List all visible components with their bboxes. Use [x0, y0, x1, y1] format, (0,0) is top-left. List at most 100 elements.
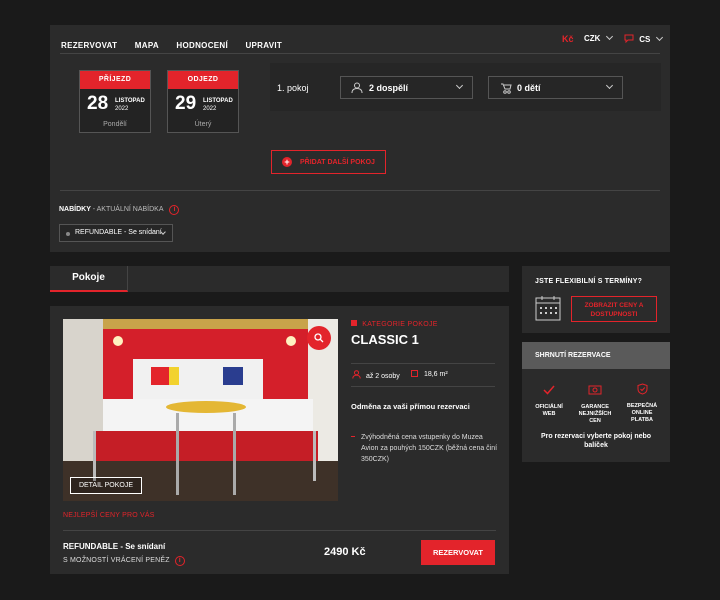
plus-icon: + [282, 157, 292, 167]
offers-sublabel: - AKTUÁLNÍ NABÍDKA [92, 206, 164, 213]
room-photo-image [63, 319, 338, 501]
children-value: 0 dětí [517, 83, 541, 93]
currency-value: CZK [584, 34, 601, 43]
arrival-year: 2022 [115, 106, 129, 112]
reserve-button[interactable]: REZERVOVAT [421, 540, 495, 565]
nav-item-edit[interactable]: UPRAVIT [245, 41, 282, 50]
tag-icon [351, 320, 357, 326]
offers-label: NABÍDKY [59, 206, 91, 213]
feature-secure-payment: BEZPEČNÁ ONLINE PLATBA [621, 382, 663, 424]
feature-label: GARANCE NEJNIŽŠÍCH CEN [578, 404, 612, 424]
reservation-summary: Shrnutí rezervace OFICIÁLNÍ WEB GARANCE … [522, 342, 670, 462]
room-size: 18,6 m² [411, 370, 448, 378]
room-photo[interactable]: DETAIL POKOJE [63, 319, 338, 501]
chevron-down-icon [605, 32, 613, 41]
room-persons: až 2 osoby [352, 370, 400, 380]
section-divider [60, 190, 660, 191]
room-category: KATEGORIE POKOJE [351, 320, 438, 328]
room-price: 2490 Kč [324, 546, 366, 558]
person-icon [352, 370, 361, 379]
arrival-date-picker[interactable]: PŘÍJEZD 28 LISTOPAD 2022 Pondělí [79, 70, 151, 133]
tab-rooms-label: Pokoje [72, 272, 105, 283]
zoom-button[interactable] [307, 326, 331, 350]
nav-item-reviews[interactable]: HODNOCENÍ [176, 41, 228, 50]
feature-lowest-price: GARANCE NEJNIŽŠÍCH CEN [574, 382, 616, 425]
summary-note: Pro rezervaci vyberte pokoj nebo balíček [540, 433, 652, 449]
area-icon [411, 370, 418, 377]
summary-header: Shrnutí rezervace [522, 342, 670, 369]
add-room-button[interactable]: + PŘIDAT DALŠÍ POKOJ [271, 150, 386, 174]
shield-icon [637, 383, 647, 395]
main-nav: REZERVOVAT MAPA HODNOCENÍ UPRAVIT [61, 35, 295, 53]
rooms-tab-bar: Pokoje [50, 266, 509, 292]
room-persons-value: až 2 osoby [365, 373, 400, 380]
room-category-label: KATEGORIE POKOJE [362, 321, 438, 328]
stroller-icon [501, 83, 512, 94]
rate-divider [63, 530, 496, 531]
room-info-divider [351, 363, 495, 364]
magnifier-icon [314, 333, 324, 343]
money-icon [588, 385, 602, 395]
checkmark-icon [543, 385, 555, 395]
feature-label: OFICIÁLNÍ WEB [535, 404, 563, 417]
reward-item: Zvýhodněná cena vstupenky do Muzea Avion… [351, 432, 501, 465]
bullet-icon [351, 436, 355, 437]
calendar-icon [535, 296, 561, 321]
room-label: 1. pokoj [277, 83, 309, 93]
nav-item-map[interactable]: MAPA [135, 41, 159, 50]
room-detail-label: DETAIL POKOJE [78, 482, 134, 489]
arrival-weekday: Pondělí [103, 121, 127, 128]
summary-title: Shrnutí rezervace [535, 352, 611, 359]
chevron-down-icon [655, 33, 663, 42]
show-availability-label: ZOBRAZIT CENY A DOSTUPNOSTI [584, 302, 644, 318]
chevron-down-icon [605, 81, 614, 90]
flexible-title: JSTE FLEXIBILNÍ S TERMÍNY? [535, 278, 643, 285]
departure-month: LISTOPAD [203, 98, 233, 104]
reward-title: Odměna za vaši přímou rezervaci [351, 402, 470, 411]
offer-select[interactable]: REFUNDABLE - Se snídaní [59, 224, 173, 242]
rate-refund-note: S MOŽNOSTÍ VRÁCENÍ PENĚZ i [63, 556, 185, 566]
room-detail-button[interactable]: DETAIL POKOJE [70, 477, 142, 494]
arrival-month: LISTOPAD [115, 98, 145, 104]
nav-item-reserve[interactable]: REZERVOVAT [61, 41, 117, 50]
reward-text: Zvýhodněná cena vstupenky do Muzea Avion… [361, 434, 498, 463]
room-name: CLASSIC 1 [351, 332, 419, 347]
room-size-value: 18,6 m² [423, 371, 448, 378]
language-value: CS [639, 35, 651, 44]
rate-refund-text: S MOŽNOSTÍ VRÁCENÍ PENĚZ [63, 557, 170, 564]
currency-symbol: Kč [562, 34, 574, 44]
adults-select[interactable]: 2 dospělí [340, 76, 473, 99]
add-room-label: PŘIDAT DALŠÍ POKOJ [300, 159, 375, 166]
room-info-divider [351, 386, 495, 387]
chat-icon [624, 34, 634, 44]
tab-rooms[interactable]: Pokoje [50, 266, 128, 292]
adults-value: 2 dospělí [369, 83, 409, 93]
feature-official-web: OFICIÁLNÍ WEB [529, 382, 569, 418]
departure-date-picker[interactable]: ODJEZD 29 LISTOPAD 2022 Úterý [167, 70, 239, 133]
info-icon[interactable]: i [169, 205, 180, 215]
offer-dot-icon [66, 232, 70, 236]
feature-label: BEZPEČNÁ ONLINE PLATBA [626, 403, 658, 423]
booking-panel: REZERVOVAT MAPA HODNOCENÍ UPRAVIT Kč CZK… [50, 25, 670, 252]
arrival-day: 28 [87, 93, 109, 114]
offer-selected-value: REFUNDABLE - Se snídaní [75, 229, 162, 236]
currency-select[interactable]: CZK [584, 32, 613, 43]
language-select[interactable]: CS [624, 33, 663, 44]
offers-heading: NABÍDKY - AKTUÁLNÍ NABÍDKA i [59, 205, 180, 215]
chevron-down-icon [455, 81, 464, 90]
flexible-dates-card: JSTE FLEXIBILNÍ S TERMÍNY? ZOBRAZIT CENY… [522, 266, 670, 333]
show-availability-button[interactable]: ZOBRAZIT CENY A DOSTUPNOSTI [571, 296, 657, 322]
person-icon [351, 82, 363, 94]
departure-weekday: Úterý [194, 121, 212, 128]
rate-name: REFUNDABLE - Se snídaní [63, 542, 166, 551]
nav-divider [60, 53, 660, 54]
departure-day: 29 [175, 93, 197, 114]
best-prices-label: NEJLEPŠÍ CENY PRO VÁS [63, 512, 155, 519]
info-icon[interactable]: i [174, 556, 185, 566]
departure-label: ODJEZD [168, 71, 238, 89]
departure-year: 2022 [203, 106, 217, 112]
room-card: DETAIL POKOJE KATEGORIE POKOJE CLASSIC 1… [50, 306, 509, 574]
reserve-label: REZERVOVAT [432, 548, 483, 557]
arrival-label: PŘÍJEZD [80, 71, 150, 89]
children-select[interactable]: 0 dětí [488, 76, 623, 99]
